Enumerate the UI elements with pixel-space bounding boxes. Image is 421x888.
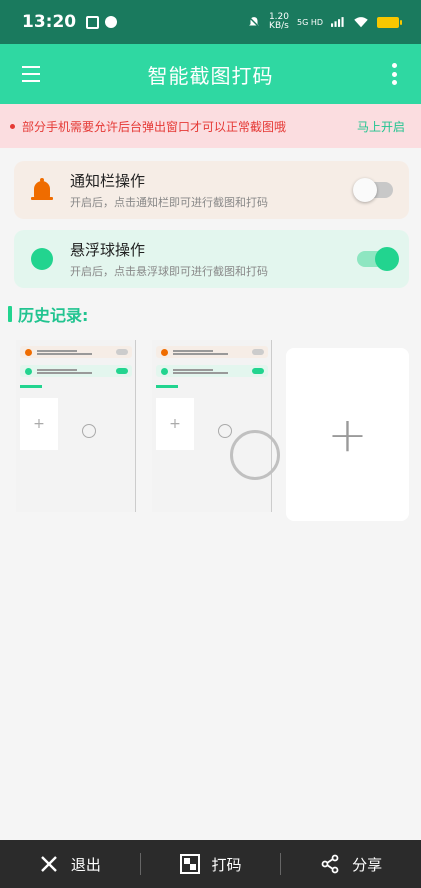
bottom-toolbar: 退出 打码 分享 — [0, 840, 421, 888]
mosaic-icon — [179, 854, 200, 874]
floating-ball-title: 悬浮球操作 — [70, 241, 146, 259]
signal-icon — [331, 17, 344, 27]
menu-icon[interactable] — [22, 66, 40, 82]
app-bar: 智能截图打码 — [0, 44, 421, 104]
app-title: 智能截图打码 — [147, 63, 274, 88]
net-speed: 1.20 KB/s — [268, 12, 289, 31]
mute-icon — [248, 16, 260, 28]
floating-ball-subtitle: 开启后，点击悬浮球即可进行截图和打码 — [70, 265, 268, 278]
message-icon — [105, 16, 118, 28]
exit-button[interactable]: 退出 — [0, 854, 140, 875]
notice-message: 部分手机需要允许后台弹出窗口才可以正常截图哦 — [22, 119, 287, 134]
more-options-icon[interactable] — [391, 63, 397, 85]
share-button[interactable]: 分享 — [281, 854, 421, 875]
battery-icon — [377, 16, 402, 28]
floating-ball-icon — [31, 248, 53, 270]
history-header: 历史记录: — [8, 302, 88, 326]
status-time: 13:20 — [22, 12, 77, 32]
mosaic-label: 打码 — [211, 855, 242, 874]
close-icon — [40, 856, 57, 872]
wifi-icon — [354, 17, 368, 28]
share-icon — [321, 854, 339, 874]
permission-notice: 部分手机需要允许后台弹出窗口才可以正常截图哦 马上开启 — [0, 104, 421, 148]
notification-bar-card[interactable]: 通知栏操作 开启后，点击通知栏即可进行截图和打码 — [14, 161, 409, 219]
floating-ball-card[interactable]: 悬浮球操作 开启后，点击悬浮球即可进行截图和打码 — [14, 230, 409, 288]
history-thumbnail[interactable]: + — [16, 340, 136, 512]
add-history-button[interactable]: + — [286, 348, 409, 521]
bell-icon — [31, 178, 53, 202]
mosaic-button[interactable]: 打码 — [141, 854, 281, 875]
app-notification-icon — [86, 15, 100, 29]
status-bar: 13:20 1.20 KB/s 5G HD — [0, 0, 421, 44]
history-label: 历史记录: — [18, 306, 89, 325]
network-type: 5G HD — [296, 17, 323, 27]
notification-bar-subtitle: 开启后，点击通知栏即可进行截图和打码 — [70, 196, 268, 209]
history-thumbnail[interactable]: + — [152, 340, 272, 512]
share-label: 分享 — [352, 855, 383, 874]
exit-label: 退出 — [70, 855, 101, 874]
loading-circle — [230, 430, 280, 480]
notification-bar-toggle[interactable] — [353, 178, 393, 202]
enable-now-link[interactable]: 马上开启 — [357, 118, 405, 135]
history-accent-bar — [8, 306, 12, 322]
notice-dot — [10, 123, 15, 129]
floating-ball-toggle[interactable] — [357, 247, 399, 271]
notification-bar-title: 通知栏操作 — [70, 172, 146, 190]
